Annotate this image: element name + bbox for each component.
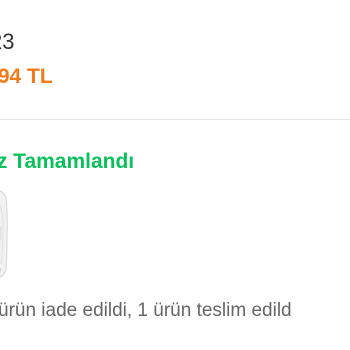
divider — [0, 119, 350, 120]
order-amount: .94 TL — [0, 65, 53, 88]
product-thumbnail[interactable] — [0, 186, 12, 282]
order-number: 23 — [0, 29, 15, 54]
shipment-status-description: ürün iade edildi, 1 ürün teslim edild — [0, 300, 292, 321]
product-image — [0, 190, 8, 278]
shipment-status-title: iz Tamamlandı — [0, 150, 135, 173]
order-detail-page: 23 .94 TL iz Tamamlandı ürün iade edildi… — [0, 0, 350, 350]
